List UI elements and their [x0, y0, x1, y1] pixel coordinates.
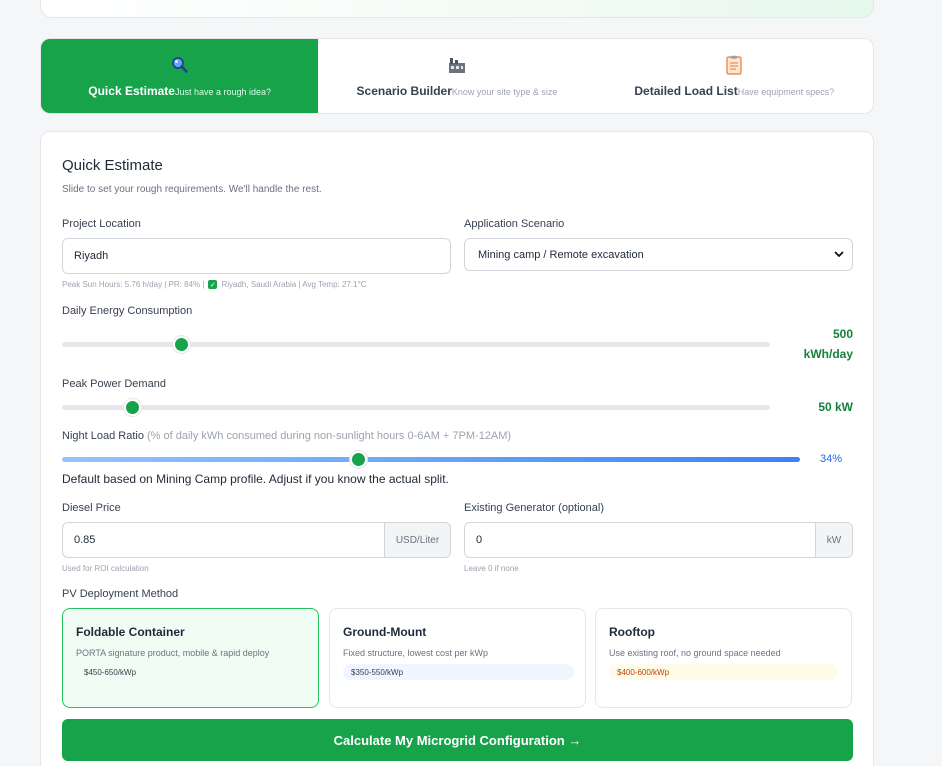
tab-title: Quick Estimate [88, 84, 175, 98]
night-load-slider-thumb[interactable] [350, 451, 368, 468]
tab-subtitle: Just have a rough idea? [174, 87, 272, 97]
quick-estimate-card: Quick Estimate Slide to set your rough r… [40, 131, 874, 766]
section-subtitle: Slide to set your rough requirements. We… [62, 184, 322, 195]
pv-option-desc: Fixed structure, lowest cost per kWp [343, 648, 489, 658]
daily-energy-slider-thumb[interactable] [173, 336, 191, 353]
diesel-price-value: 0.85 [74, 534, 96, 546]
peak-power-slider-thumb[interactable] [123, 399, 141, 416]
night-load-slider-track[interactable] [62, 457, 800, 462]
pv-option-desc: Use existing roof, no ground space neede… [609, 648, 781, 658]
application-scenario-select[interactable]: Mining camp / Remote excavation [464, 238, 853, 271]
tab-subtitle: Have equipment specs? [737, 87, 835, 97]
pv-deployment-label: PV Deployment Method [62, 588, 179, 600]
tab-detailed-load-list[interactable]: Detailed Load List Have equipment specs? [596, 39, 873, 113]
daily-energy-label: Daily Energy Consumption [62, 305, 193, 317]
factory-icon [447, 54, 467, 76]
application-scenario-value: Mining camp / Remote excavation [478, 248, 644, 261]
existing-generator-input[interactable]: 0 kW [464, 522, 853, 558]
pv-option-desc: PORTA signature product, mobile & rapid … [76, 648, 270, 658]
pv-option-title: Foldable Container [76, 625, 185, 639]
location-info-hint: Peak Sun Hours: 5.76 h/day | PR: 84% | ✓… [62, 280, 367, 289]
diesel-unit-addon: USD/Liter [384, 523, 450, 557]
night-load-label-text: Night Load Ratio [62, 430, 144, 442]
peak-power-label: Peak Power Demand [62, 378, 166, 390]
existing-generator-value: 0 [476, 534, 483, 546]
tab-subtitle: Know your site type & size [451, 87, 558, 97]
checkmark-icon: ✓ [208, 280, 218, 289]
calculate-button[interactable]: Calculate My Microgrid Configuration → [62, 719, 853, 761]
top-banner [40, 0, 874, 18]
daily-energy-unit: kWh/day [803, 347, 853, 361]
chevron-down-icon [834, 249, 844, 261]
tab-title: Scenario Builder [356, 84, 452, 98]
mode-tabs: Quick Estimate Just have a rough idea? S… [40, 38, 874, 114]
night-load-label: Night Load Ratio (% of daily kWh consume… [62, 430, 511, 442]
pv-option-price: $350-550/kWp [343, 664, 574, 680]
pv-option-rooftop[interactable]: Rooftop Use existing roof, no ground spa… [595, 608, 852, 708]
diesel-price-label: Diesel Price [62, 502, 121, 514]
pv-option-title: Ground-Mount [343, 625, 427, 639]
pv-option-price: $400-600/kWp [609, 664, 838, 680]
location-detail-text: Riyadh, Saudi Arabia | Avg Temp: 27.1°C [221, 280, 367, 289]
diesel-price-hint: Used for ROI calculation [62, 564, 149, 573]
existing-generator-label: Existing Generator (optional) [464, 502, 605, 514]
pv-option-title: Rooftop [609, 625, 655, 639]
clipboard-icon [725, 54, 743, 76]
night-load-note: Default based on Mining Camp profile. Ad… [62, 472, 449, 486]
project-location-label: Project Location [62, 218, 141, 230]
night-load-value: 34% [819, 453, 842, 465]
sun-hours-text: Peak Sun Hours: 5.76 h/day | PR: 84% | [62, 280, 205, 289]
tab-scenario-builder[interactable]: Scenario Builder Know your site type & s… [318, 39, 595, 113]
tab-title: Detailed Load List [634, 84, 738, 98]
daily-energy-slider-track[interactable] [62, 342, 770, 347]
existing-generator-hint: Leave 0 if none [464, 564, 519, 573]
application-scenario-label: Application Scenario [464, 218, 565, 230]
pv-option-price: $450-650/kWp [76, 664, 171, 680]
project-location-value: Riyadh [74, 250, 109, 262]
daily-energy-value: 500 kWh/day [771, 324, 853, 364]
peak-power-slider-track[interactable] [62, 405, 770, 410]
project-location-input[interactable]: Riyadh [62, 238, 451, 274]
generator-unit-addon: kW [815, 523, 852, 557]
pv-option-foldable-container[interactable]: Foldable Container PORTA signature produ… [62, 608, 319, 708]
peak-power-value: 50 kW [818, 400, 853, 414]
magnifier-icon [170, 54, 190, 76]
section-title: Quick Estimate [62, 157, 163, 174]
night-load-detail: (% of daily kWh consumed during non-sunl… [147, 430, 512, 442]
tab-quick-estimate[interactable]: Quick Estimate Just have a rough idea? [41, 39, 319, 113]
diesel-price-input[interactable]: 0.85 USD/Liter [62, 522, 451, 558]
daily-energy-number: 500 [832, 327, 853, 341]
pv-option-ground-mount[interactable]: Ground-Mount Fixed structure, lowest cos… [329, 608, 586, 708]
